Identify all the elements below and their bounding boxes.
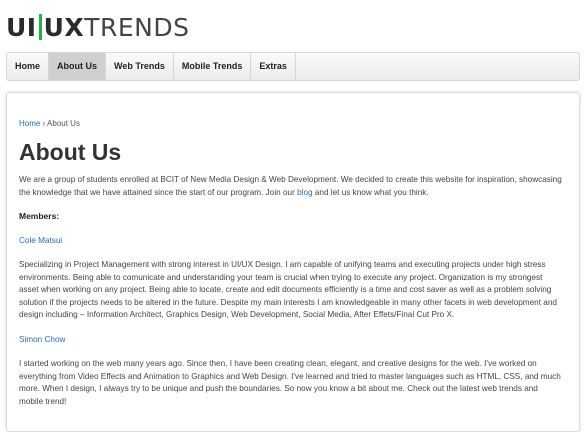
member-name-cole: Cole Matsui bbox=[19, 235, 564, 248]
breadcrumb-current: About Us bbox=[47, 119, 80, 128]
nav-web-trends[interactable]: Web Trends bbox=[106, 53, 174, 80]
logo-trends-text: TRENDS bbox=[84, 13, 190, 42]
content-panel: Home › About Us About Us We are a group … bbox=[6, 92, 580, 432]
breadcrumb: Home › About Us bbox=[19, 119, 564, 128]
member-link-cole-matsui[interactable]: Cole Matsui bbox=[19, 236, 62, 245]
main-nav: Home About Us Web Trends Mobile Trends E… bbox=[6, 52, 580, 81]
intro-text-before: We are a group of students enrolled at B… bbox=[19, 175, 562, 197]
page-title: About Us bbox=[19, 139, 122, 165]
nav-home[interactable]: Home bbox=[7, 53, 50, 80]
nav-extras[interactable]: Extras bbox=[251, 53, 296, 80]
blog-link[interactable]: blog bbox=[297, 188, 312, 197]
member-bio-cole: Specializing in Project Management with … bbox=[19, 260, 557, 319]
nav-about-us[interactable]: About Us bbox=[49, 53, 107, 80]
logo-ux-text: UX bbox=[43, 13, 85, 42]
nav-mobile-trends[interactable]: Mobile Trends bbox=[174, 53, 252, 80]
intro-paragraph: We are a group of students enrolled at B… bbox=[19, 174, 564, 199]
intro-text-after: and let us know what you think. bbox=[312, 187, 429, 197]
members-heading: Members: bbox=[19, 211, 60, 221]
member-bio-simon: I started working on the web many years … bbox=[19, 359, 561, 406]
breadcrumb-separator: › bbox=[42, 119, 46, 128]
content-inner: Home › About Us About Us We are a group … bbox=[19, 119, 564, 408]
site-logo[interactable]: UI UXTRENDS bbox=[6, 13, 189, 43]
breadcrumb-home-link[interactable]: Home bbox=[19, 119, 40, 128]
logo-ui-text: UI bbox=[6, 13, 37, 42]
member-name-simon: Simon Chow bbox=[19, 334, 564, 347]
member-link-simon-chow[interactable]: Simon Chow bbox=[19, 335, 65, 344]
logo-divider bbox=[38, 14, 42, 40]
